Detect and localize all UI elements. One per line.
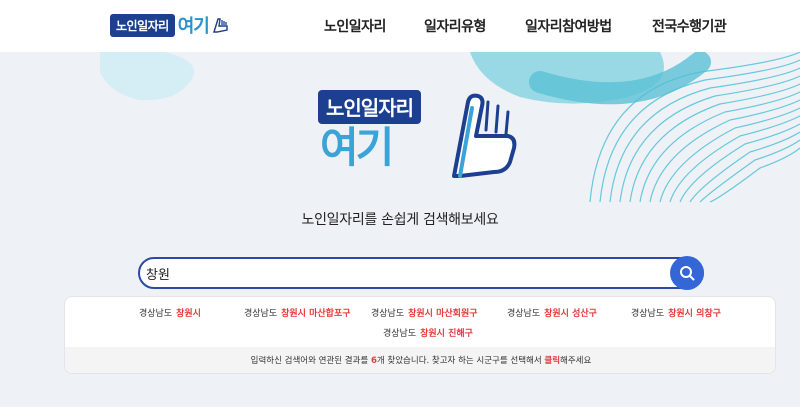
results-summary: 입력하신 검색어와 연관된 결과를 6개 찾았습니다. 찾고자 하는 시군구를 … (65, 347, 775, 373)
site-header: 노인일자리 여기 노인일자리 일자리유형 일자리참여방법 전국수행기관 (0, 0, 800, 52)
result-item[interactable]: 경상남도 창원시 진해구 (383, 326, 473, 339)
search-results: 경상남도 창원시 경상남도 창원시 마산합포구 경상남도 창원시 마산회원구 경상남도… (64, 296, 776, 374)
results-summary-text: 입력하신 검색어와 연관된 결과를 (250, 356, 371, 366)
nav-item-agencies[interactable]: 전국수행기관 (652, 16, 727, 36)
result-region: 경상남도 (631, 309, 665, 319)
result-city: 창원시 진해구 (420, 329, 473, 339)
search-icon (680, 266, 695, 281)
result-city: 창원시 의창구 (668, 309, 721, 319)
pointing-hand-icon (452, 93, 517, 178)
result-region: 경상남도 (139, 309, 173, 319)
hero-tagline: 노인일자리를 손쉽게 검색해보세요 (301, 212, 499, 228)
result-city: 창원시 마산합포구 (281, 309, 351, 319)
result-city: 창원시 마산회원구 (408, 309, 478, 319)
results-click-word: 클릭 (544, 356, 561, 366)
result-region: 경상남도 (383, 329, 417, 339)
result-item[interactable]: 경상남도 창원시 의창구 (631, 306, 721, 319)
result-city: 창원시 (176, 309, 201, 319)
results-summary-text: 개 찾았습니다. 찾고자 하는 시군구를 선택해서 (376, 356, 545, 366)
main-nav: 노인일자리 일자리유형 일자리참여방법 전국수행기관 (0, 16, 800, 38)
hero-logo-bottom: 여기 (320, 123, 394, 172)
result-city: 창원시 성산구 (544, 309, 597, 319)
search-input[interactable] (146, 261, 666, 285)
result-item[interactable]: 경상남도 창원시 (139, 306, 201, 319)
search-box (138, 257, 704, 289)
results-summary-text: 해주세요 (560, 356, 592, 366)
hero-logo-top: 노인일자리 (318, 90, 421, 124)
nav-item-senior-jobs[interactable]: 노인일자리 (324, 16, 386, 36)
result-region: 경상남도 (371, 309, 405, 319)
nav-item-job-types[interactable]: 일자리유형 (424, 16, 486, 36)
nav-item-participation[interactable]: 일자리참여방법 (525, 16, 612, 36)
result-region: 경상남도 (244, 309, 278, 319)
result-item[interactable]: 경상남도 창원시 마산회원구 (371, 306, 478, 319)
hero-logo: 노인일자리 여기 (318, 90, 518, 178)
search-button[interactable] (670, 256, 704, 290)
result-item[interactable]: 경상남도 창원시 성산구 (507, 306, 597, 319)
result-item[interactable]: 경상남도 창원시 마산합포구 (244, 306, 351, 319)
result-region: 경상남도 (507, 309, 541, 319)
